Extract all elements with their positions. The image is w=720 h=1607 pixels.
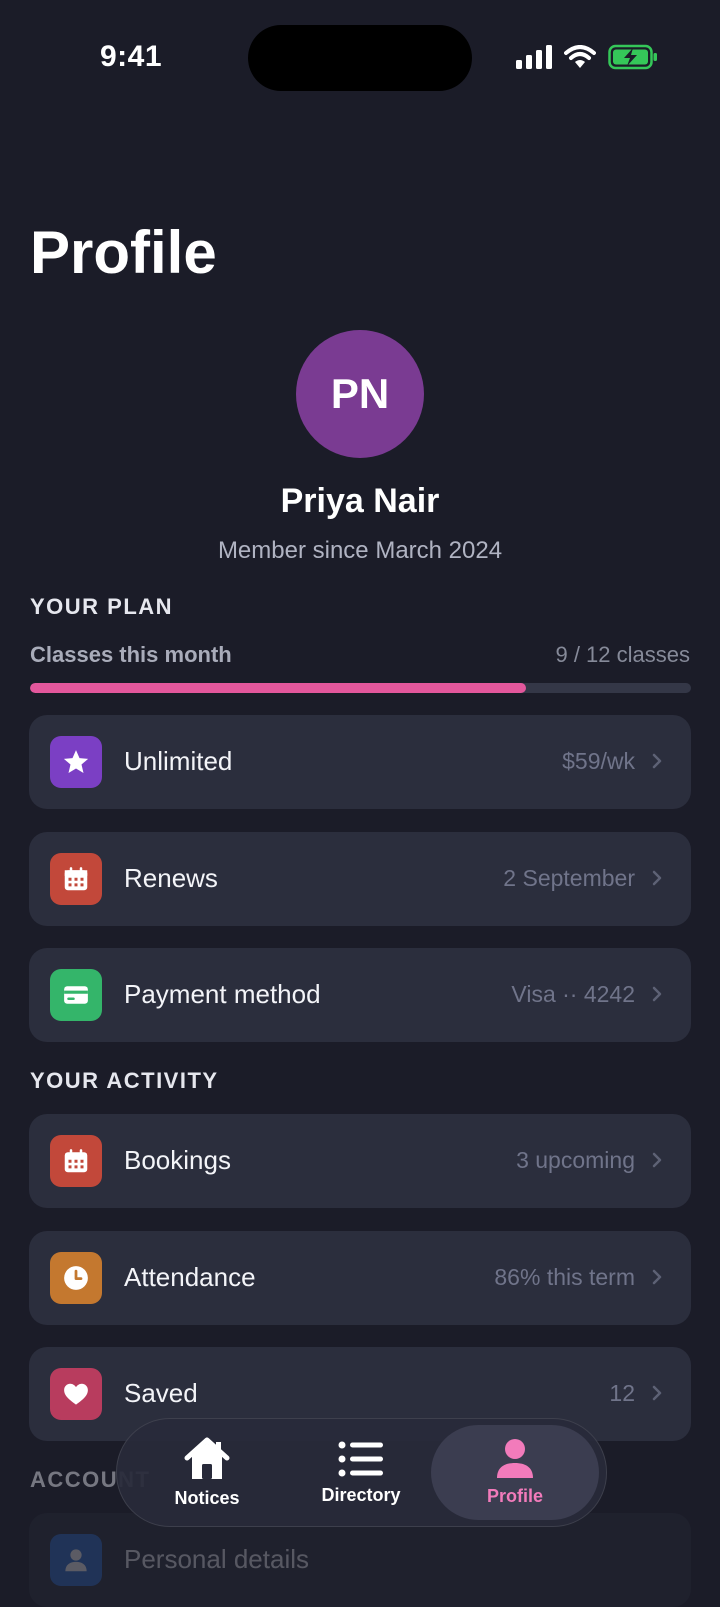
house-icon (184, 1437, 230, 1479)
row-label: Renews (124, 863, 218, 893)
heart-icon (50, 1368, 102, 1420)
usage-label: Classes this month (30, 642, 232, 667)
user-name: Priya Nair (280, 482, 440, 520)
battery-charging-icon (608, 44, 657, 70)
page-title: Profile (30, 219, 217, 286)
row-label: Saved (124, 1378, 198, 1408)
dynamic-island (248, 25, 472, 91)
status-time: 9:41 (100, 40, 163, 73)
tab-profile[interactable]: Profile (431, 1425, 599, 1520)
row-value: 3 upcoming (516, 1147, 635, 1173)
row-value: Visa ·· 4242 (511, 981, 635, 1007)
row-label: Unlimited (124, 746, 233, 776)
tab-label: Notices (174, 1488, 240, 1508)
usage-progress-fill (30, 683, 526, 693)
section-title-activity: YOUR ACTIVITY (30, 1068, 219, 1093)
chevron-right-icon (652, 1152, 662, 1168)
chevron-right-icon (652, 753, 662, 769)
chevron-right-icon (652, 986, 662, 1002)
row-label: Attendance (124, 1262, 256, 1292)
usage-value: 9 / 12 classes (555, 642, 690, 667)
tab-label: Profile (486, 1486, 543, 1506)
person-icon (497, 1439, 533, 1478)
plan-row-renews[interactable]: Renews 2 September (29, 832, 691, 926)
calendar-icon (50, 1135, 102, 1187)
status-icons (516, 44, 658, 70)
tab-bar: Notices Directory Profile (116, 1418, 607, 1527)
clock-icon (50, 1252, 102, 1304)
activity-row-bookings[interactable]: Bookings 3 upcoming (29, 1114, 691, 1208)
tab-label: Directory (321, 1485, 401, 1505)
section-title-plan: YOUR PLAN (30, 594, 174, 619)
row-value: 86% this term (494, 1264, 635, 1290)
avatar-initials: PN (330, 370, 390, 417)
member-since: Member since March 2024 (217, 537, 503, 564)
activity-row-attendance[interactable]: Attendance 86% this term (29, 1231, 691, 1325)
usage-progress-bar (30, 683, 691, 693)
row-label: Payment method (124, 979, 321, 1009)
list-icon (338, 1441, 383, 1477)
chevron-right-icon (652, 1269, 662, 1285)
calendar-icon (50, 853, 102, 905)
status-bar: 9:41 (0, 0, 720, 110)
signal-icon (516, 45, 552, 69)
row-value: 12 (609, 1380, 635, 1406)
row-value: 2 September (503, 865, 635, 891)
tab-directory[interactable]: Directory (283, 1419, 439, 1526)
plan-row-unlimited[interactable]: Unlimited $59/wk (29, 715, 691, 809)
chevron-right-icon (652, 870, 662, 886)
star-icon (50, 736, 102, 788)
plan-row-payment-method[interactable]: Payment method Visa ·· 4242 (29, 948, 691, 1042)
row-label: Personal details (124, 1544, 309, 1574)
avatar[interactable]: PN (296, 330, 424, 458)
person-icon (50, 1534, 102, 1586)
account-row-personal-details[interactable]: Personal details (29, 1513, 691, 1607)
wifi-icon (564, 45, 596, 68)
row-label: Bookings (124, 1145, 231, 1175)
chevron-right-icon (652, 1385, 662, 1401)
row-value: $59/wk (562, 748, 635, 774)
tab-notices[interactable]: Notices (129, 1419, 285, 1526)
credit-card-icon (50, 969, 102, 1021)
